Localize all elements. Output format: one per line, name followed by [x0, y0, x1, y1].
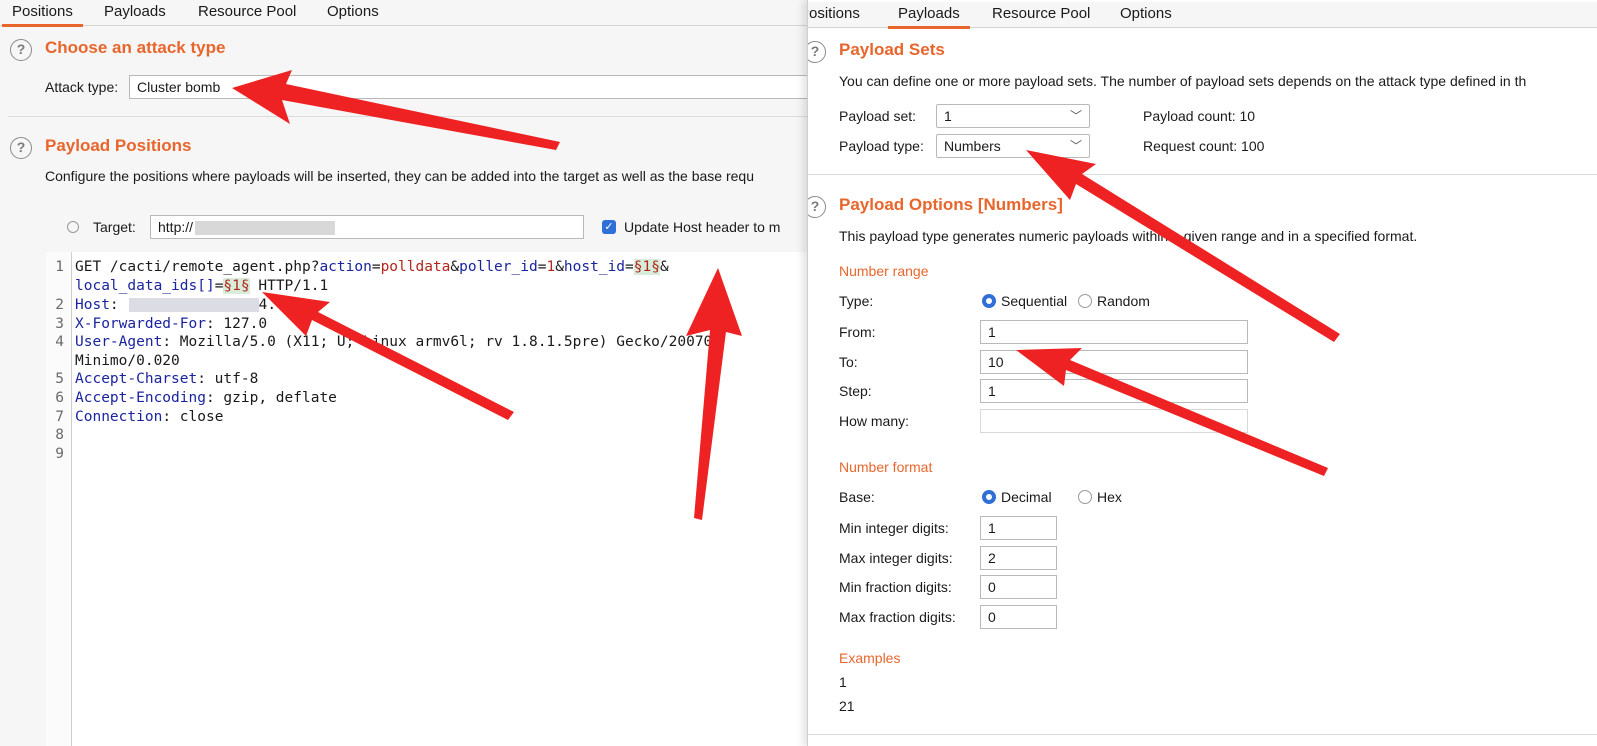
tab-resource-pool[interactable]: Resource Pool — [992, 2, 1090, 28]
payload-sets-title: Payload Sets — [839, 40, 945, 59]
step-label: Step: — [839, 383, 872, 399]
from-label: From: — [839, 324, 876, 340]
code-line: Host: 4. — [75, 297, 277, 313]
min-fraction-digits-label: Min fraction digits: — [839, 579, 952, 595]
number-range-title: Number range — [839, 263, 929, 279]
payload-set-select[interactable]: 1 ﹀ — [936, 104, 1090, 128]
tab-payloads[interactable]: Payloads — [104, 0, 166, 26]
decimal-label: Decimal — [1001, 489, 1052, 505]
request-count: Request count: 100 — [1143, 138, 1265, 154]
code-line: User-Agent: Mozilla/5.0 (X11; U; Linux a… — [75, 334, 713, 350]
payload-count: Payload count: 10 — [1143, 108, 1256, 124]
decimal-radio[interactable] — [982, 490, 996, 504]
payload-options-description: This payload type generates numeric payl… — [839, 228, 1418, 244]
min-fraction-digits-input[interactable]: 0 — [980, 575, 1057, 599]
attack-type-select[interactable]: Cluster bomb — [129, 75, 807, 99]
right-tab-bar: Positions Payloads Resource Pool Options — [808, 2, 1597, 29]
how-many-input[interactable] — [980, 409, 1248, 433]
redacted-host — [195, 221, 336, 236]
target-input[interactable]: http:// — [150, 215, 584, 239]
left-tab-bar: Positions Payloads Resource Pool Options — [0, 0, 807, 27]
example-value: 1 — [839, 674, 847, 690]
code-line: Connection: close — [75, 409, 224, 425]
line-number: 9 — [55, 446, 64, 462]
payload-sets-description: You can define one or more payload sets.… — [839, 73, 1527, 89]
max-fraction-digits-label: Max fraction digits: — [839, 609, 956, 625]
hex-label: Hex — [1097, 489, 1122, 505]
code-line: Accept-Encoding: gzip, deflate — [75, 390, 337, 406]
random-radio[interactable] — [1078, 294, 1092, 308]
line-number: 6 — [55, 390, 64, 406]
line-number: 4 — [55, 334, 64, 350]
payload-set-label: Payload set: — [839, 108, 917, 124]
payload-positions-description: Configure the positions where payloads w… — [45, 168, 754, 184]
crosshair-icon — [67, 221, 79, 233]
help-icon[interactable]: ? — [10, 39, 32, 61]
min-integer-digits-label: Min integer digits: — [839, 520, 949, 536]
payload-options-title: Payload Options [Numbers] — [839, 195, 1063, 214]
max-integer-digits-label: Max integer digits: — [839, 550, 953, 566]
max-integer-digits-input[interactable]: 2 — [980, 546, 1057, 570]
payload-marker: §1§ — [223, 278, 250, 294]
example-value: 21 — [839, 698, 855, 714]
code-line: GET /cacti/remote_agent.php?action=polld… — [75, 259, 669, 275]
payload-marker: §1§ — [633, 259, 660, 275]
attack-type-title: Choose an attack type — [45, 38, 226, 57]
line-number: 5 — [55, 371, 64, 387]
sequential-radio[interactable] — [982, 294, 996, 308]
to-input[interactable]: 10 — [980, 350, 1248, 374]
how-many-label: How many: — [839, 413, 910, 429]
code-line: Accept-Charset: utf-8 — [75, 371, 259, 387]
positions-panel: Positions Payloads Resource Pool Options… — [0, 0, 807, 746]
base-label: Base: — [839, 489, 875, 505]
payloads-panel: Positions Payloads Resource Pool Options… — [807, 0, 1597, 746]
sequential-label: Sequential — [1001, 293, 1068, 309]
update-host-label: Update Host header to m — [624, 219, 781, 235]
tab-payloads[interactable]: Payloads — [888, 2, 970, 29]
divider — [808, 734, 1597, 735]
code-line: Minimo/0.020 — [75, 353, 180, 369]
max-fraction-digits-input[interactable]: 0 — [980, 605, 1057, 629]
number-format-title: Number format — [839, 459, 933, 475]
line-number: 3 — [55, 316, 64, 332]
target-value: http:// — [158, 219, 194, 235]
target-label: Target: — [93, 219, 136, 235]
examples-title: Examples — [839, 650, 901, 666]
hex-radio[interactable] — [1078, 490, 1092, 504]
payload-set-value: 1 — [944, 108, 952, 124]
line-number: 8 — [55, 427, 64, 443]
line-number: 1 — [55, 259, 64, 275]
line-number: 2 — [55, 297, 64, 313]
divider — [808, 174, 1597, 175]
tab-positions[interactable]: Positions — [808, 2, 860, 28]
from-input[interactable]: 1 — [980, 320, 1248, 344]
min-integer-digits-input[interactable]: 1 — [980, 516, 1057, 540]
redacted-host — [128, 298, 259, 312]
divider — [8, 116, 807, 117]
code-line: local_data_ids[]=§1§ HTTP/1.1 — [75, 278, 329, 294]
payload-positions-title: Payload Positions — [45, 136, 192, 155]
tab-options[interactable]: Options — [1120, 2, 1172, 28]
step-input[interactable]: 1 — [980, 379, 1248, 403]
line-number: 7 — [55, 409, 64, 425]
payload-type-label: Payload type: — [839, 138, 924, 154]
chevron-down-icon: ﹀ — [1069, 109, 1082, 123]
chevron-down-icon: ﹀ — [1069, 139, 1082, 153]
attack-type-label: Attack type: — [45, 79, 119, 95]
help-icon[interactable]: ? — [808, 196, 826, 218]
random-label: Random — [1097, 293, 1150, 309]
type-label: Type: — [839, 293, 874, 309]
payload-type-value: Numbers — [944, 138, 1001, 154]
update-host-checkbox[interactable]: ✓ — [602, 220, 616, 234]
code-line: X-Forwarded-For: 127.0 — [75, 316, 268, 332]
help-icon[interactable]: ? — [808, 41, 826, 63]
tab-options[interactable]: Options — [327, 0, 379, 26]
help-icon[interactable]: ? — [10, 137, 32, 159]
to-label: To: — [839, 354, 858, 370]
tab-positions[interactable]: Positions — [2, 0, 83, 27]
tab-resource-pool[interactable]: Resource Pool — [198, 0, 296, 26]
payload-type-select[interactable]: Numbers ﹀ — [936, 134, 1090, 158]
